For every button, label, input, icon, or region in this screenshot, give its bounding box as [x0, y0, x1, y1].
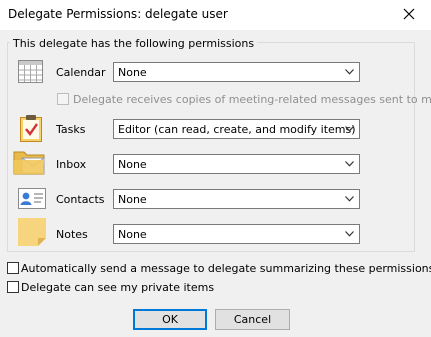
- chevron-down-icon: [345, 69, 354, 75]
- notes-label: Notes: [56, 228, 88, 241]
- tasks-clipboard-icon: [20, 115, 42, 142]
- meeting-copies-checkbox[interactable]: [57, 93, 69, 105]
- chevron-down-icon: [345, 161, 354, 167]
- chevron-down-icon: [345, 231, 354, 237]
- meeting-copies-label: Delegate receives copies of meeting-rela…: [73, 93, 431, 106]
- notes-permission-value: None: [118, 228, 147, 241]
- chevron-down-icon: [345, 126, 354, 132]
- ok-button[interactable]: OK: [133, 309, 207, 330]
- contacts-permission-select[interactable]: None: [113, 189, 360, 209]
- permissions-group-legend: This delegate has the following permissi…: [10, 37, 258, 50]
- tasks-permission-value: Editor (can read, create, and modify ite…: [118, 123, 356, 136]
- auto-send-summary-label: Automatically send a message to delegate…: [21, 262, 431, 275]
- contacts-card-icon: [18, 188, 46, 209]
- inbox-label: Inbox: [56, 158, 87, 171]
- inbox-permission-value: None: [118, 158, 147, 171]
- chevron-down-icon: [345, 196, 354, 202]
- cancel-button[interactable]: Cancel: [215, 309, 290, 330]
- private-items-label: Delegate can see my private items: [21, 281, 215, 294]
- inbox-permission-select[interactable]: None: [113, 154, 360, 174]
- contacts-label: Contacts: [56, 193, 105, 206]
- contacts-permission-value: None: [118, 193, 147, 206]
- calendar-label: Calendar: [56, 66, 106, 79]
- auto-send-summary-checkbox[interactable]: [7, 262, 19, 274]
- tasks-label: Tasks: [56, 123, 86, 136]
- close-button[interactable]: [397, 3, 421, 25]
- calendar-icon: [18, 60, 43, 83]
- note-icon: [18, 218, 46, 246]
- close-icon: [403, 8, 415, 20]
- window-title: Delegate Permissions: delegate user: [8, 7, 228, 21]
- tasks-permission-select[interactable]: Editor (can read, create, and modify ite…: [113, 119, 360, 139]
- inbox-folder-icon: [13, 151, 45, 175]
- calendar-permission-value: None: [118, 66, 147, 79]
- title-bar: Delegate Permissions: delegate user: [0, 0, 431, 30]
- calendar-permission-select[interactable]: None: [113, 62, 360, 82]
- notes-permission-select[interactable]: None: [113, 224, 360, 244]
- private-items-checkbox[interactable]: [7, 281, 19, 293]
